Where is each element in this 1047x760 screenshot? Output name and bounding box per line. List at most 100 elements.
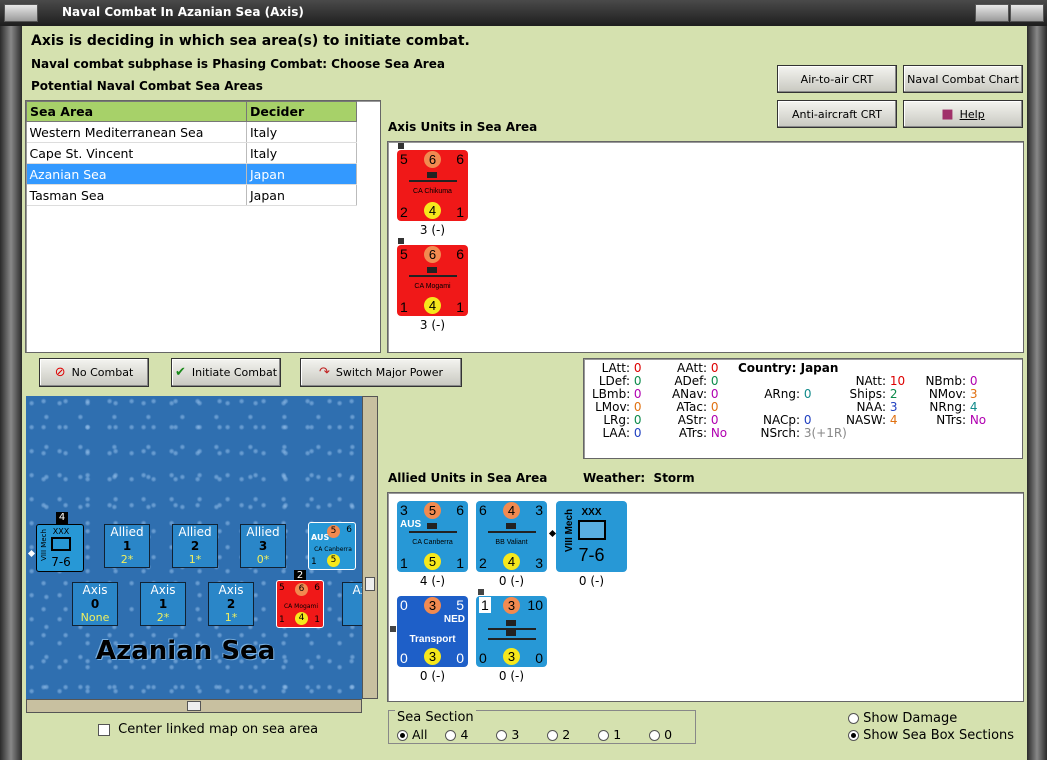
section-radio-0[interactable]: 0 <box>649 727 672 742</box>
sea-cell: Cape St. Vincent <box>26 142 247 164</box>
counter-strength: 0 (-) <box>578 574 605 588</box>
stat-arng: 0 <box>803 387 812 401</box>
center-map-checkbox[interactable] <box>98 723 110 736</box>
map-counter-mech[interactable]: XXX VIII Mech 7-6 <box>36 524 84 572</box>
map-counter-mogami[interactable]: 5 6 6 CA Mogami 1 4 1 <box>276 580 324 628</box>
air-to-air-crt-button[interactable]: Air-to-air CRT <box>777 65 897 93</box>
section-radio-1[interactable]: 1 <box>598 727 621 742</box>
radio-label: 2 <box>562 727 571 742</box>
box-number: 2 <box>190 539 200 553</box>
section-radio-all[interactable]: All <box>397 727 427 742</box>
box-value: 2* <box>156 611 170 624</box>
unit-counter-valiant[interactable]: 6 4 3 BB Valiant 2 4 3 <box>476 501 547 572</box>
section-radio-3[interactable]: 3 <box>496 727 519 742</box>
help-button[interactable]: ■ Help <box>903 100 1023 128</box>
unit-counter-mogami[interactable]: 5 6 6 CA Mogami 1 4 1 <box>397 245 468 316</box>
box-number: 1 <box>158 597 168 611</box>
radio-label: 3 <box>511 727 520 742</box>
scroll-thumb[interactable] <box>187 701 201 711</box>
counter-value: 6 <box>295 583 308 596</box>
unit-counter-transport[interactable]: 0 3 5 NED Transport 0 3 0 <box>397 596 468 667</box>
allied-units-panel: 3 5 6 AUS CA Canberra 1 5 1 4 (-) 6 4 3 … <box>387 492 1024 702</box>
counter-value: 4 <box>295 612 308 625</box>
scroll-thumb[interactable] <box>365 577 375 591</box>
radio-label: All <box>411 727 428 742</box>
no-combat-button[interactable]: ⊘ No Combat <box>39 358 149 387</box>
counter-name: CA Canberra <box>314 546 352 553</box>
switch-major-power-button[interactable]: ↷ Switch Major Power <box>300 358 462 387</box>
anti-aircraft-crt-button[interactable]: Anti-aircraft CRT <box>777 100 897 128</box>
sea-cell: Azanian Sea <box>26 163 247 185</box>
center-linked-map-option[interactable]: Center linked map on sea area <box>98 722 318 737</box>
sea-area-list: Sea Area Decider Western Mediterranean S… <box>25 100 381 353</box>
weather-label: Weather: <box>583 471 646 485</box>
counter-value: 1 <box>456 299 464 315</box>
axis-sea-box-2[interactable]: Axis 2 1* <box>208 582 254 626</box>
counter-value: 3 <box>535 502 543 518</box>
show-damage-option[interactable]: Show Damage <box>848 711 957 726</box>
stat-laa: 0 <box>633 426 642 440</box>
nation-tag: AUS <box>311 533 330 542</box>
weather-display: Weather: Storm <box>583 471 695 485</box>
counter-value: 6 <box>456 502 464 518</box>
box-value: 2* <box>120 553 134 566</box>
naval-combat-chart-button[interactable]: Naval Combat Chart <box>903 65 1023 93</box>
stat-atrs: No <box>710 426 728 440</box>
ship-icon <box>409 172 457 182</box>
axis-sea-box-1[interactable]: Axis 1 2* <box>140 582 186 626</box>
counter-name: CA Chikuma <box>413 188 452 195</box>
radio-icon <box>848 730 859 741</box>
section-radio-2[interactable]: 2 <box>547 727 570 742</box>
subphase-text: Naval combat subphase is Phasing Combat:… <box>31 57 445 71</box>
counter-value: 5 <box>327 554 340 567</box>
close-button[interactable] <box>1010 4 1044 22</box>
window-frame-right <box>1027 26 1047 760</box>
table-row[interactable]: Cape St. Vincent Italy <box>26 142 357 164</box>
axis-sea-box-0[interactable]: Axis 0 None <box>72 582 118 626</box>
initiate-combat-button[interactable]: ✔ Initiate Combat <box>171 358 281 387</box>
ship-icon <box>409 523 457 533</box>
allied-sea-box-3[interactable]: Allied 3 0* <box>240 524 286 568</box>
map-counter-canberra[interactable]: AUS 5 6 CA Canberra 1 5 <box>308 522 356 570</box>
stack-marker-icon <box>398 238 404 244</box>
stat-astr: 0 <box>710 413 719 427</box>
counter-value: 1 <box>279 615 285 625</box>
checkmark-icon: ✔ <box>174 365 186 380</box>
stat-ldef: 0 <box>633 374 642 388</box>
sea-area-map[interactable]: 4 XXX VIII Mech 7-6 Allied 1 2* Allied 2 1* … <box>26 396 366 699</box>
air-stats: AAtt: 0 ADef: 0 ANav: 0 ATac: 0 AStr: 0 … <box>671 361 728 440</box>
show-sections-option[interactable]: Show Sea Box Sections <box>848 728 1014 743</box>
counter-value: 6 <box>456 246 464 262</box>
allied-sea-box-1[interactable]: Allied 1 2* <box>104 524 150 568</box>
radio-label: 0 <box>664 727 673 742</box>
unit-counter-convoy[interactable]: 1 3 10 0 3 0 <box>476 596 547 667</box>
window-menu-button[interactable] <box>4 4 38 22</box>
counter-value: 5 <box>424 553 441 570</box>
sea-section-radios: All 4 3 2 1 0 <box>397 727 672 742</box>
table-row-selected[interactable]: Azanian Sea Japan <box>26 163 357 185</box>
map-horizontal-scrollbar[interactable] <box>26 699 362 713</box>
table-row[interactable]: Western Mediterranean Sea Italy <box>26 121 357 143</box>
box-title: Allied <box>246 525 280 539</box>
stack-marker-icon <box>390 626 396 632</box>
table-row[interactable]: Tasman Sea Japan <box>26 184 357 206</box>
counter-value: 0 <box>535 650 543 666</box>
unit-counter-chikuma[interactable]: 5 6 6 CA Chikuma 2 4 1 <box>397 150 468 221</box>
unit-counter-mech[interactable]: XXX VIII Mech 7-6 <box>556 501 627 572</box>
map-vertical-scrollbar[interactable] <box>362 396 378 699</box>
col-decider[interactable]: Decider <box>246 101 357 122</box>
stat-nacp: 0 <box>803 413 812 427</box>
counter-value: 4 <box>424 202 441 219</box>
counter-value: 0 <box>400 597 408 613</box>
box-title: Allied <box>110 525 144 539</box>
section-radio-4[interactable]: 4 <box>445 727 468 742</box>
col-sea-area[interactable]: Sea Area <box>26 101 247 122</box>
stack-count-badge: 4 <box>56 512 68 524</box>
stat-lrg: 0 <box>633 413 642 427</box>
stat-nmov: 3 <box>969 387 978 401</box>
sea-section-group: Sea Section All 4 3 2 1 0 <box>388 710 696 744</box>
allied-sea-box-2[interactable]: Allied 2 1* <box>172 524 218 568</box>
radio-icon <box>848 713 859 724</box>
maximize-button[interactable] <box>975 4 1009 22</box>
unit-counter-canberra[interactable]: 3 5 6 AUS CA Canberra 1 5 1 <box>397 501 468 572</box>
